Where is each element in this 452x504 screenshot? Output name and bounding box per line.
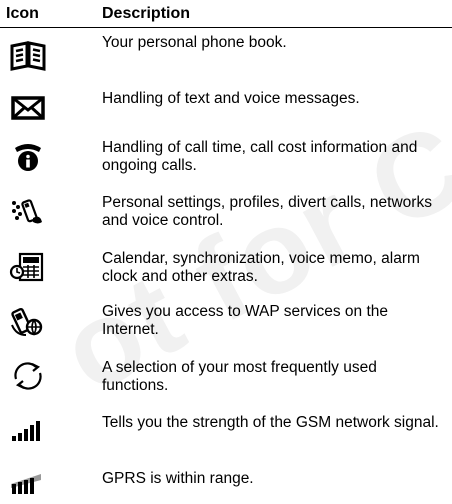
column-header-description: Description bbox=[102, 5, 191, 22]
row-description: Your personal phone book. bbox=[102, 34, 287, 51]
phone-settings-icon bbox=[8, 194, 48, 228]
row-description: GPRS is within range. bbox=[102, 470, 254, 487]
row-description: A selection of your most frequently used… bbox=[102, 359, 377, 394]
row-description: Gives you access to WAP services on the … bbox=[102, 303, 389, 338]
shortcuts-icon bbox=[8, 359, 48, 393]
table-header: Icon Description bbox=[0, 0, 452, 28]
envelope-icon bbox=[8, 91, 48, 125]
row-description: Calendar, synchronization, voice memo, a… bbox=[102, 250, 420, 285]
calendar-extras-icon bbox=[8, 250, 48, 284]
signal-strength-icon bbox=[8, 414, 48, 448]
icon-description-table: Icon Description Your personal phone boo… bbox=[0, 0, 452, 494]
phone-info-icon bbox=[8, 139, 48, 173]
row-description: Handling of text and voice messages. bbox=[102, 90, 360, 107]
gprs-icon bbox=[8, 470, 48, 504]
wap-icon bbox=[8, 305, 48, 339]
row-description: Tells you the strength of the GSM networ… bbox=[102, 414, 439, 431]
phonebook-icon bbox=[8, 38, 48, 72]
column-header-icon: Icon bbox=[6, 5, 39, 22]
row-description: Personal settings, profiles, divert call… bbox=[102, 194, 432, 229]
row-description: Handling of call time, call cost informa… bbox=[102, 139, 418, 174]
